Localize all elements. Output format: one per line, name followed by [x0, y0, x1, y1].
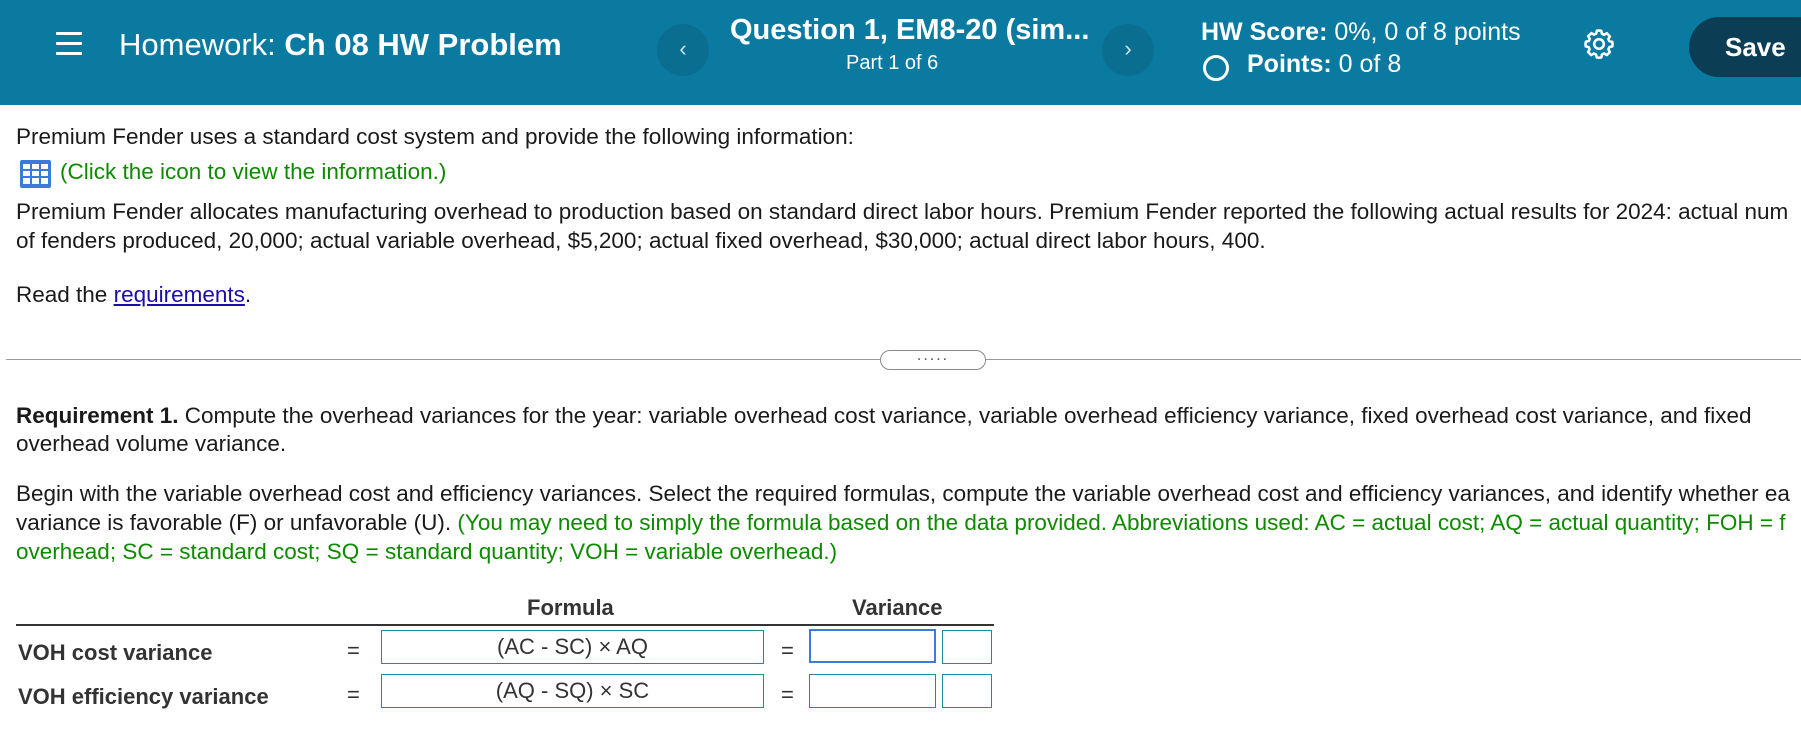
intro-text: Premium Fender uses a standard cost syst… — [16, 124, 854, 149]
abbreviations-note: (You may need to simply the formula base… — [451, 510, 1786, 535]
hw-score-value: 0%, 0 of 8 points — [1334, 18, 1521, 46]
chevron-right-icon: › — [1124, 36, 1132, 61]
requirement-label: Requirement 1. — [16, 403, 179, 428]
question-part: Part 1 of 6 — [846, 52, 939, 74]
voh-cost-formula-select[interactable]: (AC - SC) × AQ — [381, 630, 764, 664]
row-label-voh-cost: VOH cost variance — [18, 640, 213, 665]
voh-efficiency-fu-select[interactable] — [942, 674, 992, 708]
top-header: Homework: Ch 08 HW Problem ‹ Question 1,… — [0, 0, 1801, 105]
gear-icon[interactable] — [1582, 27, 1616, 61]
instructions-text: variance is favorable (F) or unfavorable… — [16, 510, 452, 535]
chevron-left-icon: ‹ — [679, 36, 687, 61]
instructions-line-3: overhead; SC = standard cost; SQ = stand… — [16, 539, 838, 564]
read-suffix: . — [244, 282, 252, 307]
points-label: Points: — [1247, 50, 1332, 78]
menu-icon[interactable] — [56, 32, 82, 56]
voh-cost-variance-input[interactable] — [809, 629, 936, 663]
read-requirements: Read the requirements. — [16, 280, 251, 309]
voh-efficiency-formula-select[interactable]: (AQ - SQ) × SC — [381, 674, 764, 708]
variance-column-header: Variance — [852, 595, 943, 620]
hw-score: HW Score: 0%, 0 of 8 points — [1201, 18, 1521, 47]
requirements-link[interactable]: requirements — [114, 282, 245, 307]
read-prefix: Read the — [16, 282, 114, 307]
equals-sign: = — [347, 638, 360, 663]
requirement-text: Compute the overhead variances for the y… — [178, 403, 1752, 428]
instructions-line-1: Begin with the variable overhead cost an… — [16, 481, 1790, 506]
question-title: Question 1, EM8-20 (sim... — [730, 14, 1090, 46]
formula-column-header: Formula — [527, 595, 614, 620]
previous-question-button[interactable]: ‹ — [657, 24, 709, 76]
points-value: 0 of 8 — [1338, 50, 1402, 78]
table-header-rule — [16, 624, 994, 626]
equals-sign: = — [781, 682, 794, 707]
row-label-voh-efficiency: VOH efficiency variance — [18, 684, 269, 709]
paragraph-line-2: of fenders produced, 20,000; actual vari… — [16, 228, 1266, 253]
homework-prefix: Homework: — [119, 27, 276, 62]
save-button[interactable]: Save — [1689, 17, 1801, 77]
requirement-line-2: overhead volume variance. — [16, 431, 287, 456]
requirement-line-1: Requirement 1. Compute the overhead vari… — [16, 401, 1752, 430]
divider-handle[interactable]: ..... — [880, 348, 986, 370]
table-grid-icon[interactable] — [19, 159, 52, 189]
equals-sign: = — [347, 682, 360, 707]
points: Points: 0 of 8 — [1247, 50, 1401, 79]
points-status-circle-icon — [1203, 55, 1229, 81]
next-question-button[interactable]: › — [1102, 24, 1154, 76]
paragraph-line-1: Premium Fender allocates manufacturing o… — [16, 199, 1789, 224]
homework-name: Ch 08 HW Problem — [284, 27, 562, 62]
instructions-line-2: variance is favorable (F) or unfavorable… — [16, 508, 1785, 537]
equals-sign: = — [781, 638, 794, 663]
hw-score-label: HW Score: — [1201, 18, 1328, 46]
voh-efficiency-variance-input[interactable] — [809, 674, 936, 708]
homework-title: Homework: Ch 08 HW Problem — [119, 27, 562, 63]
voh-cost-fu-select[interactable] — [942, 630, 992, 664]
click-info-link[interactable]: (Click the icon to view the information.… — [60, 157, 446, 186]
